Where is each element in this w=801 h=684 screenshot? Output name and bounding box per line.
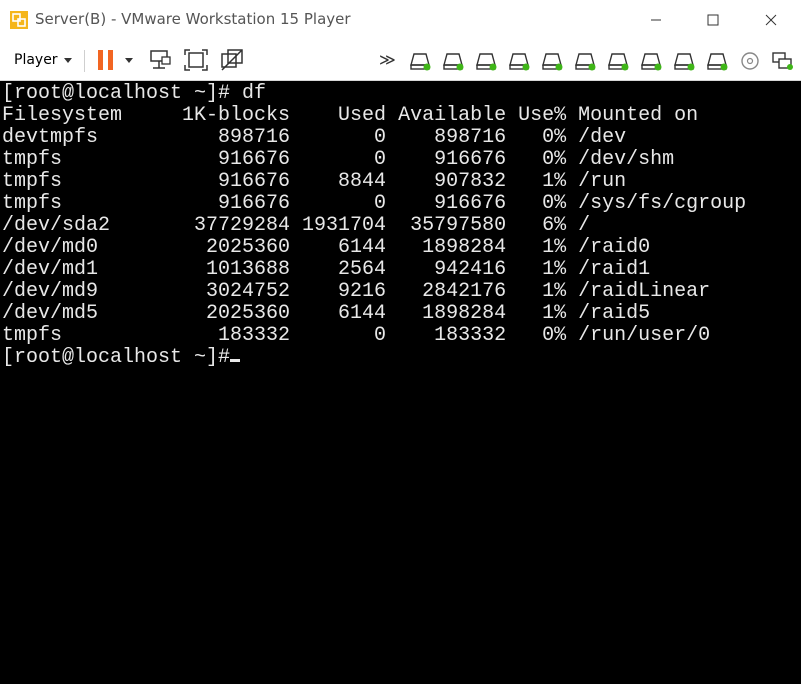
maximize-button[interactable] xyxy=(684,0,742,40)
vmware-player-window: Server(B) - VMware Workstation 15 Player… xyxy=(0,0,801,684)
terminal-line: [root@localhost ~]# df xyxy=(2,82,267,105)
hard-disk-icon[interactable] xyxy=(640,51,664,71)
usb-icon[interactable] xyxy=(771,51,795,71)
guest-console[interactable]: [root@localhost ~]# df Filesystem 1K-bloc… xyxy=(0,81,801,684)
df-row: devtmpfs 898716 0 898716 0% /dev xyxy=(2,126,627,149)
hard-disk-icon[interactable] xyxy=(706,51,730,71)
chevron-down-icon xyxy=(63,57,72,63)
hard-disk-icon[interactable] xyxy=(508,51,532,71)
shell-prompt: [root@localhost ~]# xyxy=(2,346,231,369)
df-row: tmpfs 916676 0 916676 0% /dev/shm xyxy=(2,148,675,171)
hard-disk-icon[interactable] xyxy=(409,51,433,71)
minimize-button[interactable] xyxy=(627,0,685,40)
terminal-output: [root@localhost ~]# df Filesystem 1K-bloc… xyxy=(2,83,746,369)
window-title: Server(B) - VMware Workstation 15 Player xyxy=(35,10,351,28)
text-cursor xyxy=(230,359,241,362)
pause-icon[interactable] xyxy=(95,49,119,71)
hard-disk-icon[interactable] xyxy=(574,51,598,71)
df-row: /dev/md0 2025360 6144 1898284 1% /raid0 xyxy=(2,236,651,259)
hard-disk-icon[interactable] xyxy=(673,51,697,71)
df-header-row: Filesystem 1K-blocks Used Available Use%… xyxy=(2,104,699,127)
df-row: tmpfs 183332 0 183332 0% /run/user/0 xyxy=(2,324,711,347)
player-menu-button[interactable]: Player xyxy=(8,48,78,72)
df-row: /dev/sda2 37729284 1931704 35797580 6% / xyxy=(2,214,591,237)
df-row: tmpfs 916676 8844 907832 1% /run xyxy=(2,170,627,193)
maximize-icon xyxy=(707,14,719,26)
toolbar: Player ≫ xyxy=(0,40,801,81)
hard-disk-icon[interactable] xyxy=(541,51,565,71)
unity-icon[interactable] xyxy=(220,49,244,71)
minimize-icon xyxy=(651,19,661,21)
toolbar-divider xyxy=(84,50,85,72)
hard-disk-icon[interactable] xyxy=(475,51,499,71)
cd-icon[interactable] xyxy=(739,51,763,71)
df-row: /dev/md5 2025360 6144 1898284 1% /raid5 xyxy=(2,302,651,325)
fit-guest-icon[interactable] xyxy=(184,49,208,71)
send-ctrl-alt-del-icon[interactable] xyxy=(148,49,172,71)
df-row: tmpfs 916676 0 916676 0% /sys/fs/cgroup xyxy=(2,192,747,215)
hard-disk-icon[interactable] xyxy=(442,51,466,71)
title-bar: Server(B) - VMware Workstation 15 Player xyxy=(0,0,801,40)
player-menu-label: Player xyxy=(14,52,58,68)
vmware-app-icon xyxy=(10,11,28,29)
close-icon xyxy=(765,14,777,26)
pause-menu-chevron-icon[interactable] xyxy=(125,58,133,63)
df-row: /dev/md9 3024752 9216 2842176 1% /raidLi… xyxy=(2,280,711,303)
df-row: /dev/md1 1013688 2564 942416 1% /raid1 xyxy=(2,258,651,281)
shell-prompt-line: [root@localhost ~]# xyxy=(2,347,746,369)
more-devices-icon[interactable]: ≫ xyxy=(379,50,396,69)
close-button[interactable] xyxy=(742,0,800,40)
hard-disk-icon[interactable] xyxy=(607,51,631,71)
